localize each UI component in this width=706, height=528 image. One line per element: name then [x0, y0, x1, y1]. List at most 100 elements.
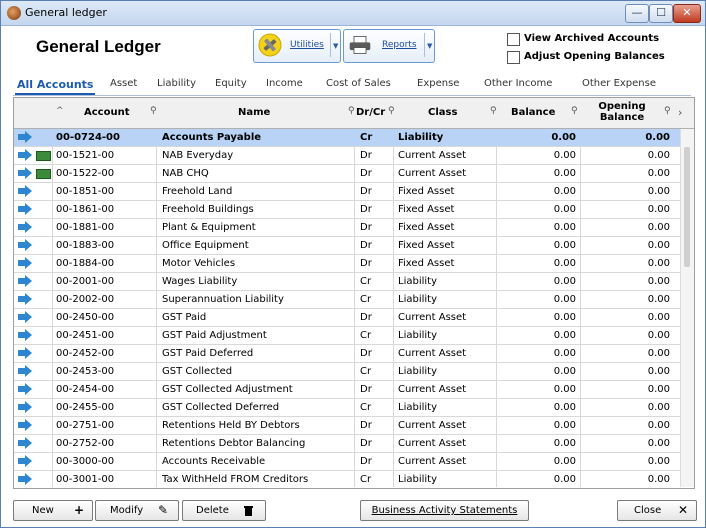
table-row[interactable]: 00-2752-00 Retentions Debtor Balancing Dr C…: [14, 435, 680, 453]
sort-asc-icon[interactable]: ^: [56, 106, 64, 116]
view-archived-checkbox[interactable]: [507, 33, 520, 46]
chevron-down-icon[interactable]: ▼: [427, 42, 432, 50]
balance-cell: 0.00: [553, 330, 576, 341]
utilities-button[interactable]: Utilities ▼: [253, 29, 341, 63]
column-drcr[interactable]: Dr/Cr: [356, 107, 385, 118]
column-opening-balance[interactable]: Opening Balance: [594, 101, 650, 123]
arrow-right-icon[interactable]: [18, 293, 32, 305]
close-window-button[interactable]: ✕: [673, 4, 701, 23]
arrow-right-icon[interactable]: [18, 221, 32, 233]
tab-other-expense[interactable]: Other Expense: [582, 78, 656, 89]
arrow-right-icon[interactable]: [18, 149, 32, 161]
class-search-icon[interactable]: ⚲: [490, 106, 497, 116]
name-search-icon[interactable]: ⚲: [348, 106, 355, 116]
table-row[interactable]: 00-1861-00 Freehold Buildings Dr Fixed Asse…: [14, 201, 680, 219]
general-ledger-window: General ledger — ☐ ✕ General Ledger Util…: [0, 0, 706, 528]
name-cell: Retentions Debtor Balancing: [162, 438, 306, 449]
column-class[interactable]: Class: [428, 107, 457, 118]
table-row[interactable]: 00-3000-00 Accounts Receivable Dr Current A…: [14, 453, 680, 471]
arrow-right-icon[interactable]: [18, 203, 32, 215]
table-row[interactable]: 00-2454-00 GST Collected Adjustment Dr Curr…: [14, 381, 680, 399]
utilities-separator: [330, 33, 331, 57]
close-icon: ✕: [678, 503, 689, 517]
minimize-button[interactable]: —: [625, 4, 649, 23]
title-bar: General ledger — ☐ ✕: [1, 1, 705, 26]
arrow-right-icon[interactable]: [18, 473, 32, 485]
account-cell: 00-1861-00: [56, 204, 115, 215]
tab-liability[interactable]: Liability: [157, 78, 196, 89]
tab-other-income[interactable]: Other Income: [484, 78, 552, 89]
bas-label: Business Activity Statements: [371, 505, 518, 516]
table-row[interactable]: 00-1851-00 Freehold Land Dr Fixed Asset 0.00…: [14, 183, 680, 201]
arrow-right-icon[interactable]: [18, 257, 32, 269]
opening-balance-cell: 0.00: [645, 132, 670, 143]
class-cell: Liability: [398, 474, 437, 485]
arrow-right-icon[interactable]: [18, 455, 32, 467]
view-archived-label[interactable]: View Archived Accounts: [524, 33, 659, 44]
vertical-scrollbar[interactable]: [680, 129, 694, 487]
scrollbar-thumb[interactable]: [684, 147, 690, 267]
reports-button[interactable]: Reports ▼: [343, 29, 435, 63]
table-row[interactable]: 00-2455-00 GST Collected Deferred Cr Liabil…: [14, 399, 680, 417]
arrow-right-icon[interactable]: [18, 131, 32, 143]
class-cell: Liability: [398, 294, 437, 305]
table-row[interactable]: 00-1883-00 Office Equipment Dr Fixed Asset 0…: [14, 237, 680, 255]
balance-search-icon[interactable]: ⚲: [571, 106, 578, 116]
arrow-right-icon[interactable]: [18, 347, 32, 359]
arrow-right-icon[interactable]: [18, 437, 32, 449]
table-row[interactable]: 00-2452-00 GST Paid Deferred Dr Current Ass…: [14, 345, 680, 363]
arrow-right-icon[interactable]: [18, 275, 32, 287]
account-cell: 00-2752-00: [56, 438, 115, 449]
tab-asset[interactable]: Asset: [110, 78, 137, 89]
arrow-right-icon[interactable]: [18, 329, 32, 341]
arrow-right-icon[interactable]: [18, 311, 32, 323]
name-cell: Office Equipment: [162, 240, 249, 251]
arrow-right-icon[interactable]: [18, 419, 32, 431]
tab-equity[interactable]: Equity: [215, 78, 247, 89]
table-row[interactable]: 00-2450-00 GST Paid Dr Current Asset 0.00 0.0…: [14, 309, 680, 327]
drcr-cell: Dr: [360, 222, 372, 233]
close-label: Close: [634, 505, 662, 516]
opening-balance-cell: 0.00: [647, 294, 670, 305]
arrow-right-icon[interactable]: [18, 401, 32, 413]
table-row[interactable]: 00-2453-00 GST Collected Cr Liability 0.00 0.…: [14, 363, 680, 381]
tab-income[interactable]: Income: [266, 78, 303, 89]
table-row[interactable]: 00-2751-00 Retentions Held BY Debtors Dr Cu…: [14, 417, 680, 435]
column-balance[interactable]: Balance: [511, 107, 555, 118]
table-row[interactable]: 00-2001-00 Wages Liability Cr Liability 0.00…: [14, 273, 680, 291]
opening-search-icon[interactable]: ⚲: [664, 106, 671, 116]
column-account[interactable]: Account: [84, 107, 129, 118]
adjust-opening-checkbox[interactable]: [507, 51, 520, 64]
close-button[interactable]: Close ✕: [617, 500, 697, 521]
adjust-opening-label[interactable]: Adjust Opening Balances: [524, 51, 665, 62]
modify-button[interactable]: Modify ✎: [95, 500, 179, 521]
scroll-right-icon[interactable]: ›: [678, 106, 682, 119]
maximize-button[interactable]: ☐: [649, 4, 673, 23]
tab-all-accounts[interactable]: All Accounts: [17, 78, 93, 91]
table-row[interactable]: 00-2451-00 GST Paid Adjustment Cr Liability…: [14, 327, 680, 345]
delete-button[interactable]: Delete: [182, 500, 266, 521]
table-row[interactable]: 00-1881-00 Plant & Equipment Dr Fixed Asset…: [14, 219, 680, 237]
table-row[interactable]: 00-1884-00 Motor Vehicles Dr Fixed Asset 0.0…: [14, 255, 680, 273]
column-name[interactable]: Name: [238, 107, 270, 118]
tab-expense[interactable]: Expense: [417, 78, 459, 89]
table-row[interactable]: 00-0724-00 Accounts Payable Cr Liability 0.0…: [14, 129, 680, 147]
business-activity-statements-button[interactable]: Business Activity Statements: [360, 500, 529, 521]
opening-label-1: Opening: [598, 101, 646, 112]
arrow-right-icon[interactable]: [18, 239, 32, 251]
opening-balance-cell: 0.00: [647, 420, 670, 431]
table-row[interactable]: 00-1522-00 NAB CHQ Dr Current Asset 0.00 0.00: [14, 165, 680, 183]
tab-cost-of-sales[interactable]: Cost of Sales: [326, 78, 391, 89]
arrow-right-icon[interactable]: [18, 365, 32, 377]
table-row[interactable]: 00-2002-00 Superannuation Liability Cr Liab…: [14, 291, 680, 309]
chevron-down-icon[interactable]: ▼: [333, 42, 338, 50]
drcr-search-icon[interactable]: ⚲: [388, 106, 395, 116]
arrow-right-icon[interactable]: [18, 383, 32, 395]
arrow-right-icon[interactable]: [18, 185, 32, 197]
arrow-right-icon[interactable]: [18, 167, 32, 179]
new-button[interactable]: New +: [13, 500, 93, 521]
account-search-icon[interactable]: ⚲: [150, 106, 157, 116]
name-cell: Freehold Land: [162, 186, 233, 197]
table-row[interactable]: 00-1521-00 NAB Everyday Dr Current Asset 0.0…: [14, 147, 680, 165]
table-row[interactable]: 00-3001-00 Tax WithHeld FROM Creditors Cr L…: [14, 471, 680, 488]
